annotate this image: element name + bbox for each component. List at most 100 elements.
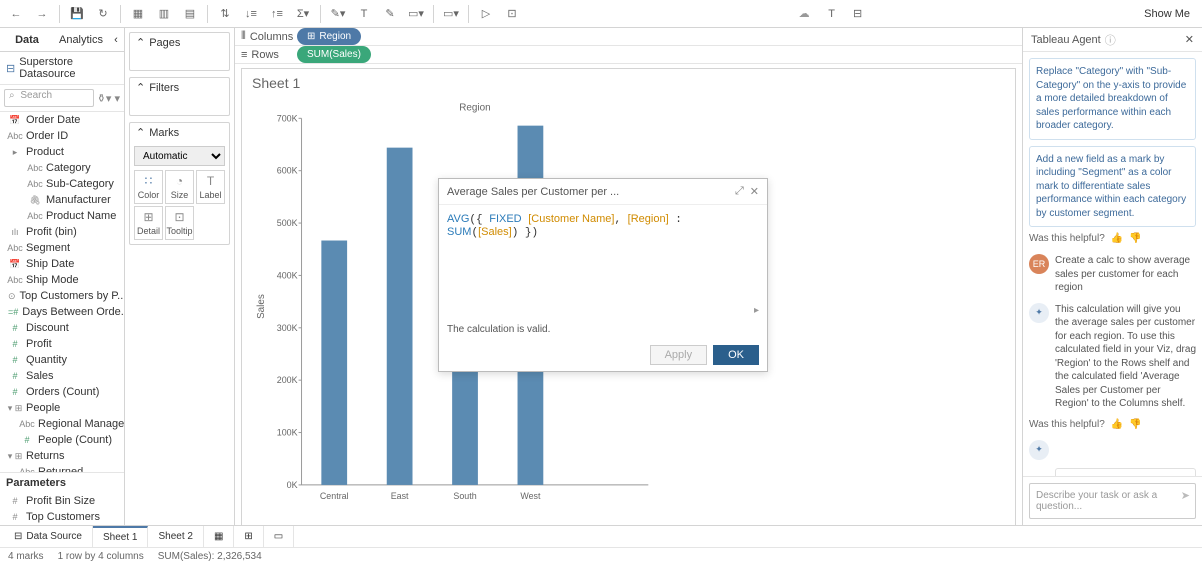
bot-message: This calculation will give you the avera… — [1055, 303, 1196, 411]
close-icon[interactable]: ✕ — [1185, 33, 1194, 46]
columns-pill-region[interactable]: ⊞Region — [297, 28, 361, 45]
new-story-icon[interactable]: ▭ — [264, 526, 294, 547]
swap-icon[interactable]: ⇅ — [213, 3, 237, 25]
field-item[interactable]: ▸Product — [0, 144, 124, 160]
field-item[interactable]: AbcSub-Category — [0, 176, 124, 192]
pages-card[interactable]: ⌃Pages — [129, 32, 230, 71]
rows-pill-sales[interactable]: SUM(Sales) — [297, 46, 371, 63]
tab-data-source[interactable]: ⊟Data Source — [4, 526, 93, 547]
tab-sheet-2[interactable]: Sheet 2 — [148, 526, 203, 547]
apply-button[interactable]: Apply — [650, 345, 708, 365]
rows-shelf[interactable]: ≡Rows SUM(Sales) — [235, 46, 1022, 64]
field-item[interactable]: 📅Order Date — [0, 112, 124, 128]
tab-analytics[interactable]: Analytics — [54, 28, 108, 51]
forward-button[interactable]: → — [30, 3, 54, 25]
field-item[interactable]: #Profit Bin Size — [0, 493, 124, 509]
marks-type-select[interactable]: Automatic — [134, 146, 225, 166]
field-item[interactable]: AbcRegional Manager — [0, 416, 124, 432]
new-dashboard-icon[interactable]: ▥ — [152, 3, 176, 25]
field-item[interactable]: #Quantity — [0, 352, 124, 368]
sort-desc-icon[interactable]: ↑≡ — [265, 3, 289, 25]
agent-input[interactable]: Describe your task or ask a question... — [1029, 483, 1196, 519]
thumbs-down-icon[interactable]: 👎 — [1129, 233, 1141, 244]
tab-data[interactable]: Data — [0, 28, 54, 51]
field-item[interactable]: ılıProfit (bin) — [0, 224, 124, 240]
present-icon[interactable]: ▷ — [474, 3, 498, 25]
guide-icon[interactable]: ⊟ — [846, 3, 870, 25]
cloud-icon[interactable]: ☁ — [791, 7, 818, 20]
table-header[interactable]: ▾ ⊞Returns — [0, 448, 124, 464]
revert-button[interactable]: ↻ — [91, 3, 115, 25]
mark-tooltip[interactable]: ⊡Tooltip — [165, 206, 194, 240]
field-item[interactable]: #Sales — [0, 368, 124, 384]
expand-arrow[interactable]: ▸ — [439, 305, 767, 320]
table-header[interactable]: ▾ ⊞People — [0, 400, 124, 416]
field-item[interactable]: 📅Ship Date — [0, 256, 124, 272]
mark-detail[interactable]: ⊞Detail — [134, 206, 163, 240]
thumbs-down-icon[interactable]: 👎 — [1129, 419, 1141, 430]
new-dashboard-icon[interactable]: ⊞ — [234, 526, 263, 547]
field-type-icon: ▸ — [8, 147, 22, 158]
field-item[interactable]: #Top Customers — [0, 509, 124, 525]
field-item[interactable]: AbcOrder ID — [0, 128, 124, 144]
user-message: Create a calc to show average sales per … — [1055, 254, 1196, 295]
field-item[interactable]: 🖇Manufacturer — [0, 192, 124, 208]
field-item[interactable]: AbcReturned — [0, 464, 124, 472]
suggestion-2[interactable]: Add a new field as a mark by including "… — [1029, 146, 1196, 228]
search-input[interactable]: ⌕ Search — [4, 89, 94, 107]
status-rowcol: 1 row by 4 columns — [58, 551, 144, 562]
device-icon[interactable]: ⊡ — [500, 3, 524, 25]
agent-title: Tableau Agent — [1031, 34, 1101, 46]
suggestion-1[interactable]: Replace "Category" with "Sub-Category" o… — [1029, 58, 1196, 140]
view-icon[interactable]: ▭▾ — [439, 3, 463, 25]
back-button[interactable]: ← — [4, 3, 28, 25]
field-type-icon: # — [20, 435, 34, 445]
send-icon[interactable]: ➤ — [1181, 489, 1190, 502]
totals-icon[interactable]: Σ▾ — [291, 3, 315, 25]
field-item[interactable]: ⊙Top Customers by P... — [0, 288, 124, 304]
field-item[interactable]: AbcShip Mode — [0, 272, 124, 288]
thumbs-up-icon[interactable]: 👍 — [1111, 233, 1123, 244]
field-item[interactable]: #Orders (Count) — [0, 384, 124, 400]
close-icon[interactable]: ✕ — [750, 185, 759, 198]
save-button[interactable]: 💾 — [65, 3, 89, 25]
sort-asc-icon[interactable]: ↓≡ — [239, 3, 263, 25]
bar[interactable] — [387, 148, 413, 485]
field-item[interactable]: #Discount — [0, 320, 124, 336]
bar[interactable] — [321, 241, 347, 485]
top-toolbar: ← → 💾 ↻ ▦ ▥ ▤ ⇅ ↓≡ ↑≡ Σ▾ ✎▾ T ✎ ▭▾ ▭▾ ▷ … — [0, 0, 1202, 28]
field-item[interactable]: #People (Count) — [0, 432, 124, 448]
sheet-title[interactable]: Sheet 1 — [242, 69, 1015, 97]
labels-icon[interactable]: T — [352, 3, 376, 25]
mark-label[interactable]: TLabel — [196, 170, 225, 204]
fields-menu-icon[interactable]: ▾ — [114, 92, 120, 105]
ok-button[interactable]: OK — [713, 345, 759, 365]
mark-color[interactable]: ∷Color — [134, 170, 163, 204]
formula-editor[interactable]: AVG({ FIXED [Customer Name], [Region] : … — [439, 205, 767, 305]
format-icon[interactable]: ✎ — [378, 3, 402, 25]
thumbs-up-icon[interactable]: 👍 — [1111, 419, 1123, 430]
expand-icon[interactable]: ⤢ — [735, 185, 744, 198]
filters-card[interactable]: ⌃Filters — [129, 77, 230, 116]
field-item[interactable]: #Profit — [0, 336, 124, 352]
agent-panel: Tableau Agent ⓘ ✕ Replace "Category" wit… — [1022, 28, 1202, 525]
highlight-icon[interactable]: ✎▾ — [326, 3, 350, 25]
field-item[interactable]: AbcProduct Name — [0, 208, 124, 224]
panel-collapse-icon[interactable]: ‹ — [108, 28, 124, 51]
filter-icon[interactable]: T — [820, 3, 844, 25]
filter-fields-icon[interactable]: ⚱▾ — [97, 92, 112, 105]
fit-icon[interactable]: ▭▾ — [404, 3, 428, 25]
show-me-button[interactable]: Show Me — [1136, 8, 1198, 20]
status-sum: SUM(Sales): 2,326,534 — [158, 551, 262, 562]
datasource-name[interactable]: ⊟ Superstore Datasource — [0, 52, 124, 85]
new-sheet-icon[interactable]: ▦ — [204, 526, 234, 547]
mark-size[interactable]: ◔Size — [165, 170, 194, 204]
field-item[interactable]: AbcSegment — [0, 240, 124, 256]
columns-shelf[interactable]: ⦀Columns ⊞Region — [235, 28, 1022, 46]
field-item[interactable]: =#Days Between Orde... — [0, 304, 124, 320]
tab-sheet-1[interactable]: Sheet 1 — [93, 526, 148, 547]
info-icon[interactable]: ⓘ — [1105, 32, 1116, 48]
new-worksheet-icon[interactable]: ▦ — [126, 3, 150, 25]
new-story-icon[interactable]: ▤ — [178, 3, 202, 25]
field-item[interactable]: AbcCategory — [0, 160, 124, 176]
